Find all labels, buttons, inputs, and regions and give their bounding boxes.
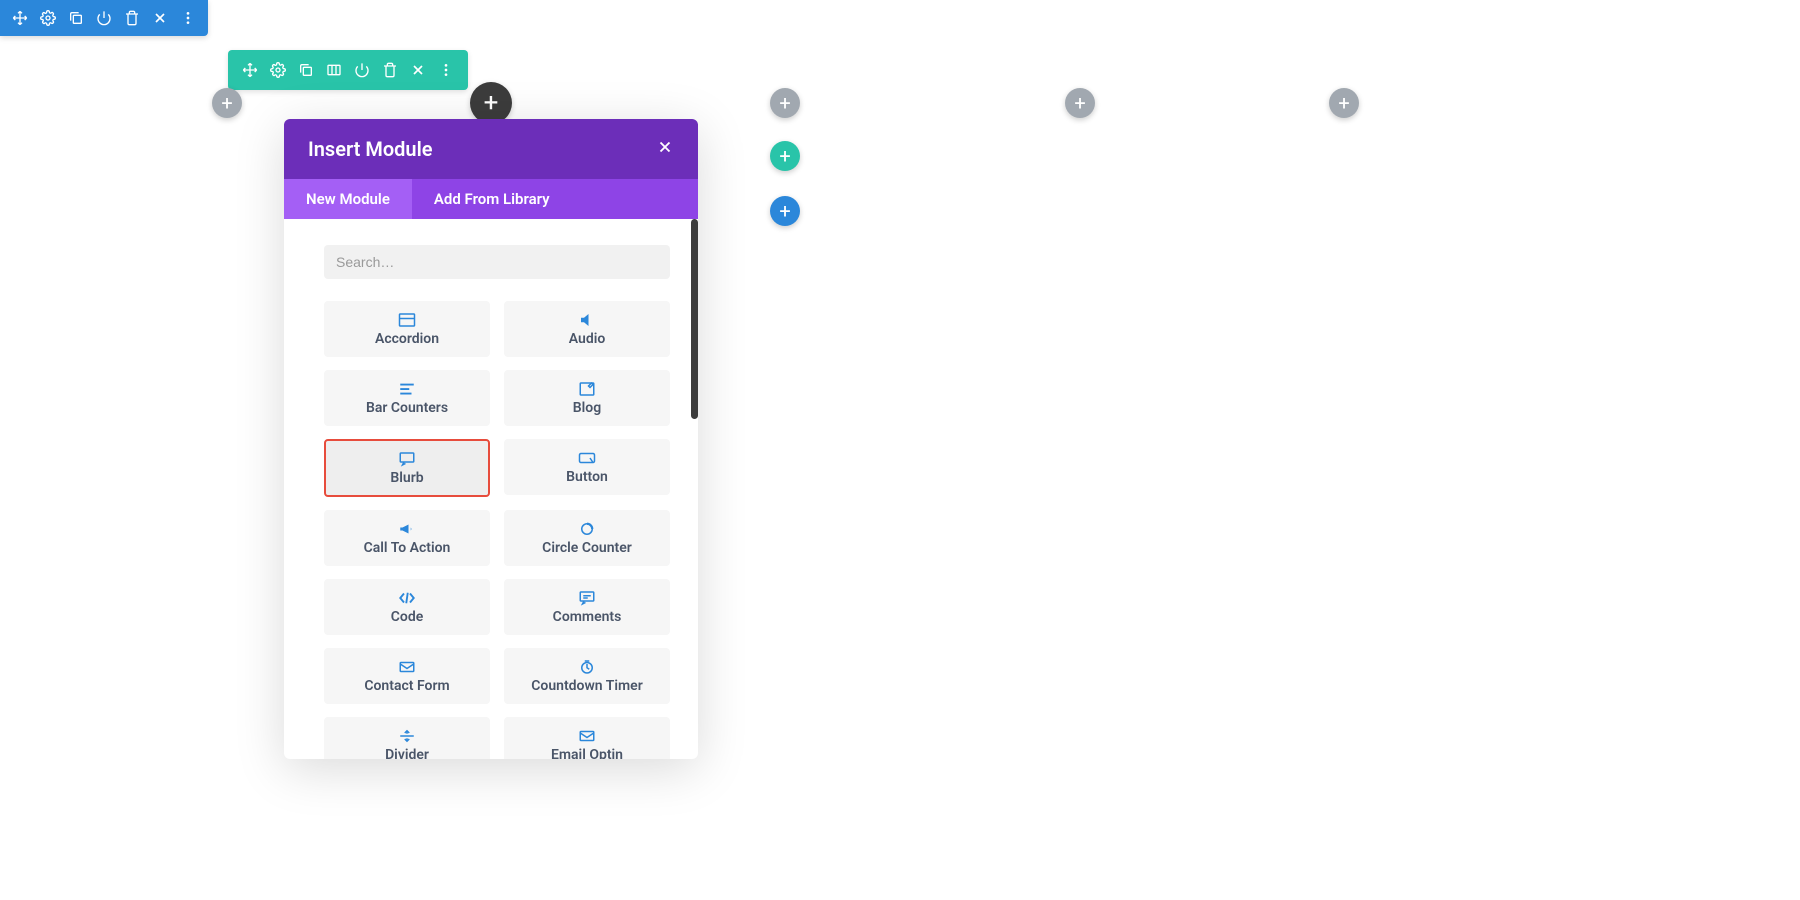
add-section-button[interactable]: + <box>770 196 800 226</box>
trash-icon[interactable] <box>376 58 404 82</box>
duplicate-icon[interactable] <box>292 58 320 82</box>
module-label: Bar Counters <box>366 400 448 416</box>
add-module-active[interactable]: + <box>470 82 512 124</box>
timer-icon <box>578 659 596 675</box>
envelope-icon <box>578 728 596 744</box>
module-accordion[interactable]: Accordion <box>324 301 490 357</box>
module-circle-counter[interactable]: Circle Counter <box>504 510 670 566</box>
module-label: Call To Action <box>364 540 451 556</box>
module-countdown-timer[interactable]: Countdown Timer <box>504 648 670 704</box>
row-toolbar <box>228 50 468 90</box>
add-module-grey-4[interactable]: + <box>1329 88 1359 118</box>
more-icon[interactable] <box>432 58 460 82</box>
blurb-icon <box>398 451 416 467</box>
modal-tabs: New Module Add From Library <box>284 179 698 219</box>
gear-icon[interactable] <box>264 58 292 82</box>
modal-title: Insert Module <box>308 137 433 161</box>
module-label: Blurb <box>390 470 423 486</box>
module-label: Button <box>566 469 608 485</box>
gear-icon[interactable] <box>34 6 62 30</box>
module-blurb[interactable]: Blurb <box>324 439 490 497</box>
module-code[interactable]: Code <box>324 579 490 635</box>
module-bar-counters[interactable]: Bar Counters <box>324 370 490 426</box>
scrollbar-thumb[interactable] <box>691 219 698 419</box>
module-contact-form[interactable]: Contact Form <box>324 648 490 704</box>
module-comments[interactable]: Comments <box>504 579 670 635</box>
close-icon[interactable] <box>404 58 432 82</box>
module-label: Accordion <box>375 331 439 347</box>
module-email-optin[interactable]: Email Optin <box>504 717 670 759</box>
modal-body: Accordion Audio Bar Counters Blog Blurb <box>284 219 698 759</box>
module-blog[interactable]: Blog <box>504 370 670 426</box>
module-label: Divider <box>385 747 429 760</box>
trash-icon[interactable] <box>118 6 146 30</box>
insert-module-modal: Insert Module New Module Add From Librar… <box>284 119 698 759</box>
module-label: Code <box>391 609 424 625</box>
module-label: Circle Counter <box>542 540 632 556</box>
section-toolbar <box>0 0 208 36</box>
close-icon[interactable] <box>146 6 174 30</box>
modal-header: Insert Module <box>284 119 698 179</box>
module-call-to-action[interactable]: Call To Action <box>324 510 490 566</box>
module-audio[interactable]: Audio <box>504 301 670 357</box>
module-label: Contact Form <box>364 678 449 694</box>
divider-icon <box>398 728 416 744</box>
code-icon <box>398 590 416 606</box>
bar-counters-icon <box>398 381 416 397</box>
megaphone-icon <box>398 521 416 537</box>
module-grid: Accordion Audio Bar Counters Blog Blurb <box>324 301 670 759</box>
add-module-grey-2[interactable]: + <box>770 88 800 118</box>
more-icon[interactable] <box>174 6 202 30</box>
power-icon[interactable] <box>90 6 118 30</box>
tab-add-from-library[interactable]: Add From Library <box>412 179 572 219</box>
module-divider[interactable]: Divider <box>324 717 490 759</box>
accordion-icon <box>398 312 416 328</box>
tab-new-module[interactable]: New Module <box>284 179 412 219</box>
comments-icon <box>578 590 596 606</box>
close-modal-icon[interactable] <box>656 137 674 161</box>
power-icon[interactable] <box>348 58 376 82</box>
add-module-grey-3[interactable]: + <box>1065 88 1095 118</box>
module-label: Audio <box>569 331 606 347</box>
module-label: Email Optin <box>551 747 623 760</box>
search-input[interactable] <box>324 245 670 279</box>
module-label: Countdown Timer <box>531 678 642 694</box>
module-label: Comments <box>553 609 622 625</box>
audio-icon <box>578 312 596 328</box>
add-module-grey-1[interactable]: + <box>212 88 242 118</box>
button-icon <box>578 450 596 466</box>
duplicate-icon[interactable] <box>62 6 90 30</box>
circle-counter-icon <box>578 521 596 537</box>
envelope-icon <box>398 659 416 675</box>
move-icon[interactable] <box>6 6 34 30</box>
add-row-button[interactable]: + <box>770 141 800 171</box>
columns-icon[interactable] <box>320 58 348 82</box>
module-label: Blog <box>573 400 601 416</box>
blog-icon <box>578 381 596 397</box>
move-icon[interactable] <box>236 58 264 82</box>
module-button[interactable]: Button <box>504 439 670 495</box>
